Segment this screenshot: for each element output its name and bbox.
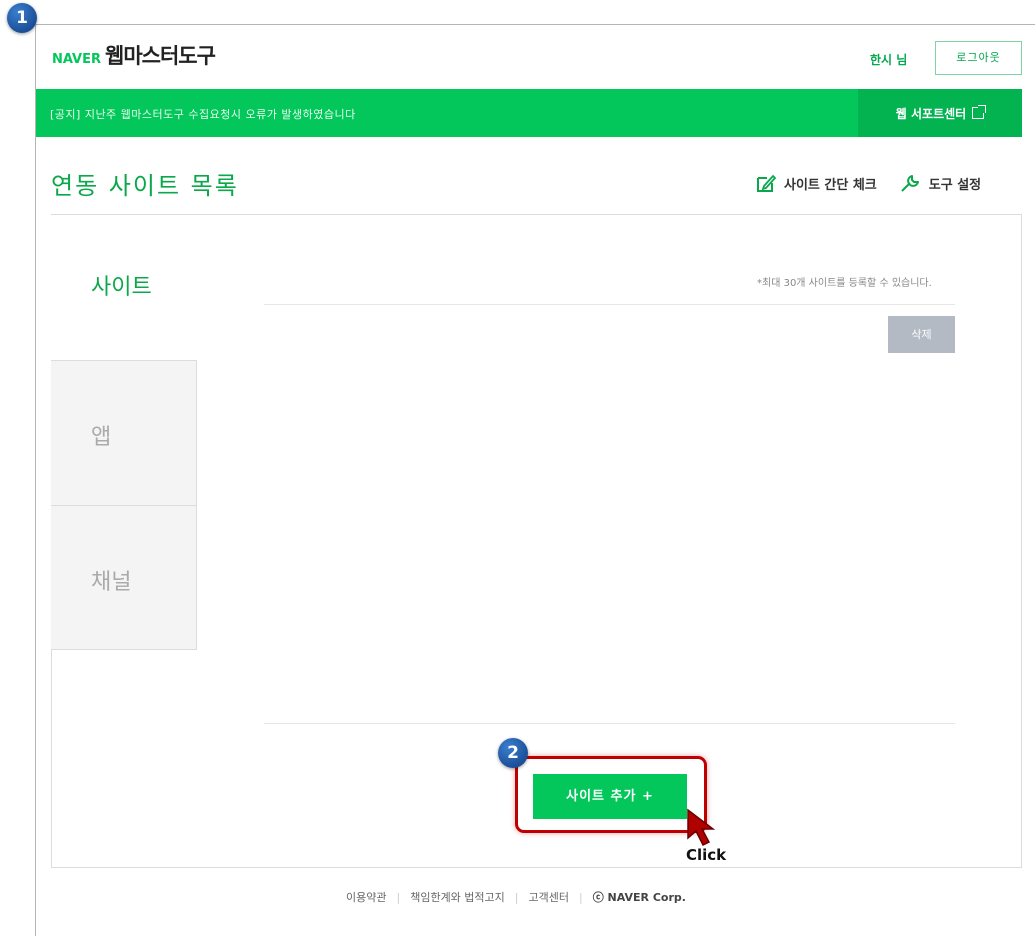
external-link-icon xyxy=(972,105,987,119)
footer: 이용약관 | 책임한계와 법적고지 | 고객센터 | ⓒ NAVER Corp. xyxy=(346,889,686,905)
footer-separator: | xyxy=(514,890,519,904)
notice-text[interactable]: [공지] 지난주 웹마스터도구 수집요청시 오류가 발생하였습니다 xyxy=(50,106,356,122)
page-title: 연동 사이트 목록 xyxy=(51,172,239,200)
footer-separator: | xyxy=(578,890,583,904)
footer-separator: | xyxy=(396,890,401,904)
tool-settings-label: 도구 설정 xyxy=(928,177,982,193)
wrench-icon xyxy=(901,175,919,192)
tab-channel[interactable]: 채널 xyxy=(51,505,197,650)
site-limit-note: *최대 30개 사이트를 등록할 수 있습니다. xyxy=(757,278,932,289)
tool-settings-button[interactable]: 도구 설정 xyxy=(899,173,981,193)
logo[interactable]: NAVER 웹마스터도구 xyxy=(52,40,216,70)
support-center-label: 웹 서포트센터 xyxy=(895,106,967,121)
support-center-button[interactable]: 웹 서포트센터 xyxy=(858,89,1022,137)
notice-bar: [공지] 지난주 웹마스터도구 수집요청시 오류가 발생하였습니다 웹 서포트센… xyxy=(36,89,1022,137)
logout-button[interactable]: 로그아웃 xyxy=(935,41,1022,75)
username: 한시 님 xyxy=(870,53,908,67)
divider-bottom xyxy=(264,723,955,724)
cursor-arrow-icon xyxy=(687,808,716,847)
logo-title: 웹마스터도구 xyxy=(105,44,216,68)
edit-icon xyxy=(757,174,776,192)
site-check-label: 사이트 간단 체크 xyxy=(784,177,877,193)
delete-button[interactable]: 삭제 xyxy=(888,316,955,353)
footer-link-legal[interactable]: 책임한계와 법적고지 xyxy=(410,889,505,905)
top-actions: 사이트 간단 체크 도구 설정 xyxy=(756,173,981,193)
site-check-button[interactable]: 사이트 간단 체크 xyxy=(756,174,877,193)
step-badge-2: 2 xyxy=(498,738,528,768)
divider-top xyxy=(264,304,955,305)
click-label: Click xyxy=(686,846,727,864)
add-site-button[interactable]: 사이트 추가 + xyxy=(533,774,687,819)
step-badge-1: 1 xyxy=(7,3,37,33)
tab-site[interactable]: 사이트 xyxy=(51,215,197,360)
footer-copyright: ⓒ NAVER Corp. xyxy=(592,891,686,904)
footer-link-support[interactable]: 고객센터 xyxy=(529,889,569,905)
footer-link-terms[interactable]: 이용약관 xyxy=(346,889,386,905)
logo-brand: NAVER xyxy=(52,52,102,67)
tab-app[interactable]: 앱 xyxy=(51,360,197,505)
